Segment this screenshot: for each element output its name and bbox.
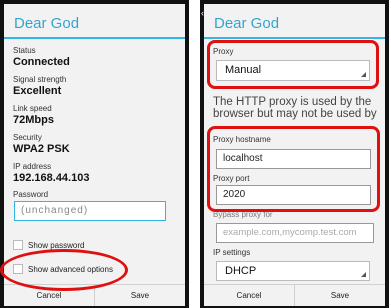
password-label: Password <box>13 190 49 199</box>
dropdown-arrow-icon <box>361 272 366 277</box>
dialog-button-bar: Cancel Save <box>4 284 185 306</box>
show-advanced-label: Show advanced options <box>28 264 113 274</box>
show-password-row[interactable]: Show password <box>13 238 84 252</box>
proxy-info-text: The HTTP proxy is used by the browser bu… <box>213 96 377 120</box>
show-advanced-row[interactable]: Show advanced options <box>13 262 113 276</box>
proxy-hostname-label: Proxy hostname <box>213 135 271 144</box>
bypass-proxy-input[interactable]: example.com,mycomp.test.com <box>216 223 374 243</box>
show-advanced-checkbox[interactable] <box>13 264 23 274</box>
proxy-port-input[interactable]: 2020 <box>216 185 371 205</box>
status-label: Status <box>13 46 36 55</box>
proxy-label: Proxy <box>213 47 234 56</box>
title-divider <box>204 37 385 39</box>
show-password-label: Show password <box>28 240 85 250</box>
ip-settings-value: DHCP <box>225 265 257 277</box>
dialog-title: Dear God <box>14 15 80 32</box>
security-label: Security <box>13 133 42 142</box>
dialog-title: Dear God <box>214 15 280 32</box>
proxy-settings-screen: ‹ Dear God Proxy Manual The HTTP proxy i… <box>200 0 389 308</box>
signal-strength-label: Signal strength <box>13 75 67 84</box>
ip-settings-spinner[interactable]: DHCP <box>216 261 370 281</box>
signal-strength-value: Excellent <box>13 85 62 97</box>
link-speed-label: Link speed <box>13 104 52 113</box>
ip-settings-label: IP settings <box>213 248 251 257</box>
save-button[interactable]: Save <box>94 285 185 306</box>
ip-address-label: IP address <box>13 162 52 171</box>
proxy-spinner[interactable]: Manual <box>216 60 370 81</box>
wifi-details-dialog: Dear God Status Connected Signal strengt… <box>0 4 185 306</box>
proxy-spinner-value: Manual <box>225 64 262 76</box>
cancel-button[interactable]: Cancel <box>204 285 294 306</box>
cancel-button[interactable]: Cancel <box>4 285 94 306</box>
save-button[interactable]: Save <box>294 285 385 306</box>
ip-address-value: 192.168.44.103 <box>13 172 90 184</box>
status-value: Connected <box>13 56 70 68</box>
proxy-hostname-input[interactable]: localhost <box>216 149 371 169</box>
link-speed-value: 72Mbps <box>13 114 54 126</box>
show-password-checkbox[interactable] <box>13 240 23 250</box>
dialog-button-bar: Cancel Save <box>204 284 385 306</box>
wifi-details-screen: Dear God Status Connected Signal strengt… <box>0 0 189 308</box>
bypass-proxy-label: Bypass proxy for <box>213 210 273 219</box>
title-divider <box>4 37 185 39</box>
dropdown-arrow-icon <box>361 72 366 77</box>
proxy-port-label: Proxy port <box>213 174 250 183</box>
password-input[interactable]: (unchanged) <box>14 201 166 221</box>
security-value: WPA2 PSK <box>13 143 70 155</box>
proxy-settings-dialog: Dear God Proxy Manual The HTTP proxy is … <box>204 4 385 306</box>
